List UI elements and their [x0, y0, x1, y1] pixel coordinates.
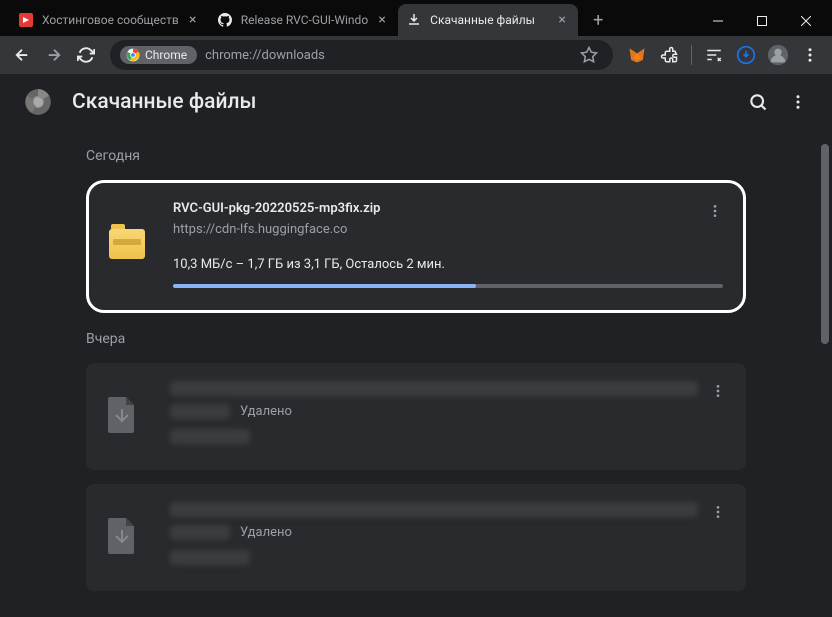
- deleted-label-2: Удалено: [240, 525, 292, 540]
- tab-close-3[interactable]: ×: [554, 12, 570, 28]
- omnibox-url: chrome://downloads: [205, 48, 325, 63]
- download-progress-bar: [173, 284, 723, 288]
- bookmark-star-icon[interactable]: [575, 41, 603, 69]
- music-extension-icon[interactable]: [700, 41, 728, 69]
- download-filename[interactable]: RVC-GUI-pkg-20220525-mp3fix.zip: [173, 201, 723, 216]
- downloads-body: Сегодня RVC-GUI-pkg-20220525-mp3fix.zip …: [0, 130, 832, 613]
- blurred-url-2: [170, 550, 250, 565]
- chrome-chip: Chrome: [120, 46, 197, 64]
- blurred-text-2: [170, 525, 230, 540]
- github-icon: [217, 12, 233, 28]
- download-progress-fill: [173, 284, 476, 288]
- page-header: Скачанные файлы: [0, 74, 832, 130]
- download-card-deleted-1: Удалено: [86, 363, 746, 470]
- tab-1[interactable]: Хостинговое сообществ ×: [10, 4, 209, 36]
- download-info: RVC-GUI-pkg-20220525-mp3fix.zip https://…: [173, 201, 723, 292]
- zip-file-icon: [109, 229, 145, 265]
- deleted-file-icon: [106, 395, 142, 431]
- tab-title-3: Скачанные файлы: [430, 13, 548, 27]
- download-card-menu-2[interactable]: [706, 500, 730, 524]
- profile-avatar[interactable]: [764, 41, 792, 69]
- download-info-deleted-2: Удалено: [170, 502, 726, 573]
- minimize-button[interactable]: [696, 6, 740, 36]
- download-url[interactable]: https://cdn-lfs.huggingface.co: [173, 222, 723, 237]
- search-button[interactable]: [748, 92, 768, 112]
- tab-title-1: Хостинговое сообществ: [42, 13, 179, 27]
- window-controls: [696, 6, 832, 36]
- tab-title-2: Release RVC-GUI-Windo: [241, 13, 368, 27]
- window-titlebar: Хостинговое сообществ × Release RVC-GUI-…: [0, 0, 832, 36]
- download-status: 10,3 МБ/с – 1,7 ГБ из 3,1 ГБ, Осталось 2…: [173, 257, 723, 272]
- page-content: Скачанные файлы Сегодня RVC-GUI-pkg-2022…: [0, 74, 832, 617]
- close-window-button[interactable]: [784, 6, 828, 36]
- blurred-url: [170, 429, 250, 444]
- download-card-active: RVC-GUI-pkg-20220525-mp3fix.zip https://…: [86, 180, 746, 313]
- chrome-chip-label: Chrome: [145, 48, 187, 62]
- tab-close-1[interactable]: ×: [185, 12, 201, 28]
- chrome-logo-icon: [24, 88, 52, 116]
- browser-toolbar: Chrome chrome://downloads: [0, 36, 832, 74]
- extensions-button[interactable]: [655, 41, 683, 69]
- download-card-menu[interactable]: [703, 199, 727, 223]
- page-menu-button[interactable]: [788, 92, 808, 112]
- download-indicator-icon[interactable]: [732, 41, 760, 69]
- blurred-filename: [170, 381, 698, 396]
- download-info-deleted-1: Удалено: [170, 381, 726, 452]
- tabs-area: Хостинговое сообществ × Release RVC-GUI-…: [0, 0, 696, 36]
- date-group-yesterday: Вчера: [86, 331, 746, 347]
- toolbar-divider: [691, 45, 692, 65]
- deleted-label-1: Удалено: [240, 404, 292, 419]
- blurred-filename-2: [170, 502, 698, 517]
- blurred-text: [170, 404, 230, 419]
- page-scrollbar[interactable]: [821, 144, 829, 344]
- metamask-extension-icon[interactable]: [623, 41, 651, 69]
- omnibox[interactable]: Chrome chrome://downloads: [110, 40, 613, 70]
- browser-menu-button[interactable]: [796, 41, 824, 69]
- tab-favicon-1: [18, 12, 34, 28]
- header-actions: [748, 92, 808, 112]
- forward-button[interactable]: [40, 41, 68, 69]
- download-icon: [406, 12, 422, 28]
- reload-button[interactable]: [72, 41, 100, 69]
- download-card-menu-1[interactable]: [706, 379, 730, 403]
- tab-close-2[interactable]: ×: [374, 12, 390, 28]
- download-card-deleted-2: Удалено: [86, 484, 746, 591]
- tab-3-active[interactable]: Скачанные файлы ×: [398, 4, 578, 36]
- maximize-button[interactable]: [740, 6, 784, 36]
- new-tab-button[interactable]: +: [584, 6, 612, 34]
- page-title: Скачанные файлы: [72, 90, 256, 114]
- date-group-today: Сегодня: [86, 148, 746, 164]
- back-button[interactable]: [8, 41, 36, 69]
- deleted-file-icon-2: [106, 516, 142, 552]
- tab-2[interactable]: Release RVC-GUI-Windo ×: [209, 4, 398, 36]
